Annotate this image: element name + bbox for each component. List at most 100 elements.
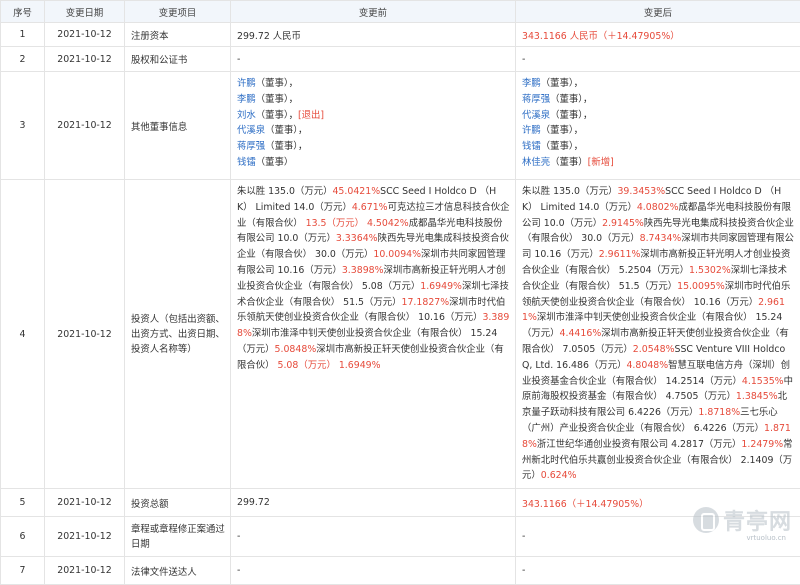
change-record-table: 序号 变更日期 变更项目 变更前 变更后 1 2021-10-12 注册资本 2… <box>0 0 800 585</box>
row-item: 注册资本 <box>125 23 231 47</box>
investor-share-value: 2.0548% <box>633 344 675 355</box>
row-item: 其他董事信息 <box>125 72 231 180</box>
row-index: 5 <box>1 489 45 517</box>
director-entry: 刘水（董事），[退出] <box>237 108 510 124</box>
watermark-logo: 青亭网 <box>693 504 792 536</box>
director-entry: 蒋厚强（董事）， <box>237 139 510 155</box>
director-role: （董事）， <box>541 78 583 89</box>
row-index: 3 <box>1 72 45 180</box>
row-date: 2021-10-12 <box>45 517 125 557</box>
row-date: 2021-10-12 <box>45 47 125 72</box>
investor-share-value: 4.8048% <box>626 360 668 371</box>
header-before: 变更前 <box>231 1 516 23</box>
investor-share-value: 4.5042% <box>367 218 409 229</box>
row-item: 章程或章程修正案通过日期 <box>125 517 231 557</box>
investor-share-value: 1.8718% <box>698 407 740 418</box>
row-item: 投资总额 <box>125 489 231 517</box>
header-index: 序号 <box>1 1 45 23</box>
row-after: - <box>516 557 800 585</box>
row-index: 6 <box>1 517 45 557</box>
watermark-icon <box>693 507 719 533</box>
investor-share-value: 5.08（万元） <box>277 360 335 371</box>
investor-share-value: 13.5（万元） <box>306 218 364 229</box>
row-date: 2021-10-12 <box>45 23 125 47</box>
row-index: 1 <box>1 23 45 47</box>
row-date: 2021-10-12 <box>45 489 125 517</box>
director-entry: 代溪泉（董事）， <box>522 108 795 124</box>
table-row: 4 2021-10-12 投资人（包括出资额、出资方式、出资日期、投资人名称等）… <box>1 180 800 489</box>
investor-share-value: 1.6949% <box>339 360 381 371</box>
row-before: 299.72 <box>231 489 516 517</box>
director-name-link[interactable]: 钱镭 <box>237 157 256 168</box>
investor-share-value: 2.9145% <box>602 218 644 229</box>
director-entry: 李鹏（董事）， <box>237 92 510 108</box>
investor-share-value: 4.671% <box>352 202 388 213</box>
director-name-link[interactable]: 李鹏 <box>237 94 256 105</box>
investors-before: 朱以胜 135.0（万元）45.0421%SCC Seed I Holdco D… <box>231 180 516 489</box>
row-index: 2 <box>1 47 45 72</box>
row-before: - <box>231 517 516 557</box>
header-item: 变更项目 <box>125 1 231 23</box>
row-index: 7 <box>1 557 45 585</box>
investor-share-value: 2.9611% <box>599 249 641 260</box>
directors-before: 许鹏（董事），李鹏（董事），刘水（董事），[退出]代溪泉（董事），蒋厚强（董事）… <box>231 72 516 180</box>
table-row: 1 2021-10-12 注册资本 299.72 人民币 343.1166 人民… <box>1 23 800 47</box>
director-name-link[interactable]: 许鹏 <box>522 125 541 136</box>
row-after: 343.1166 人民币（＋14.47905%） <box>516 23 800 47</box>
investor-share-value: 8.7434% <box>640 233 682 244</box>
director-name-link[interactable]: 代溪泉 <box>522 110 550 121</box>
director-role: （董事）， <box>550 110 592 121</box>
investor-share-value: 45.0421% <box>332 186 380 197</box>
director-status-tag: [新增] <box>588 157 614 168</box>
row-before: - <box>231 557 516 585</box>
investor-text: 浙江世纪华通创业投资有限公司 4.2817（万元） <box>537 439 742 450</box>
investor-share-value: 1.3845% <box>736 391 778 402</box>
header-date: 变更日期 <box>45 1 125 23</box>
investor-text: 朱以胜 135.0（万元） <box>237 186 332 197</box>
director-entry: 蒋厚强（董事）， <box>522 92 795 108</box>
investor-share-value: 5.0848% <box>275 344 317 355</box>
header-after: 变更后 <box>516 1 800 23</box>
investor-share-value: 39.3453% <box>617 186 665 197</box>
row-date: 2021-10-12 <box>45 180 125 489</box>
table-row: 7 2021-10-12 法律文件送达人 - - <box>1 557 800 585</box>
director-entry: 李鹏（董事）， <box>522 76 795 92</box>
investor-text: 朱以胜 135.0（万元） <box>522 186 617 197</box>
table-row: 3 2021-10-12 其他董事信息 许鹏（董事），李鹏（董事），刘水（董事）… <box>1 72 800 180</box>
director-name-link[interactable]: 林佳亮 <box>522 157 550 168</box>
row-item: 法律文件送达人 <box>125 557 231 585</box>
watermark-text: 青亭网 <box>723 504 792 536</box>
director-name-link[interactable]: 代溪泉 <box>237 125 265 136</box>
director-role: （董事）， <box>256 110 298 121</box>
investor-share-value: 17.1827% <box>401 297 449 308</box>
investor-share-value: 15.0095% <box>677 281 725 292</box>
director-status-tag: [退出] <box>298 110 324 121</box>
row-before: 299.72 人民币 <box>231 23 516 47</box>
investors-after: 朱以胜 135.0（万元）39.3453%SCC Seed I Holdco D… <box>516 180 800 489</box>
director-role: （董事）， <box>550 94 592 105</box>
investor-share-value: 4.0802% <box>637 202 679 213</box>
director-role: （董事）， <box>541 141 583 152</box>
row-after: - <box>516 47 800 72</box>
investor-share-value: 1.6949% <box>420 281 462 292</box>
director-name-link[interactable]: 刘水 <box>237 110 256 121</box>
director-name-link[interactable]: 蒋厚强 <box>522 94 550 105</box>
director-role: （董事）， <box>265 125 307 136</box>
director-entry: 林佳亮（董事）[新增] <box>522 155 795 171</box>
director-entry: 许鹏（董事）， <box>522 123 795 139</box>
director-name-link[interactable]: 李鹏 <box>522 78 541 89</box>
directors-after: 李鹏（董事），蒋厚强（董事），代溪泉（董事），许鹏（董事），钱镭（董事），林佳亮… <box>516 72 800 180</box>
director-entry: 钱镭（董事）， <box>522 139 795 155</box>
table-row: 5 2021-10-12 投资总额 299.72 343.1166（＋14.47… <box>1 489 800 517</box>
director-role: （董事）， <box>256 78 298 89</box>
row-date: 2021-10-12 <box>45 557 125 585</box>
director-name-link[interactable]: 钱镭 <box>522 141 541 152</box>
director-role: （董事）， <box>256 94 298 105</box>
row-index: 4 <box>1 180 45 489</box>
row-item: 投资人（包括出资额、出资方式、出资日期、投资人名称等） <box>125 180 231 489</box>
director-name-link[interactable]: 蒋厚强 <box>237 141 265 152</box>
investor-share-value: 3.3898% <box>342 265 384 276</box>
director-entry: 许鹏（董事）， <box>237 76 510 92</box>
director-role: （董事） <box>256 157 294 168</box>
director-name-link[interactable]: 许鹏 <box>237 78 256 89</box>
